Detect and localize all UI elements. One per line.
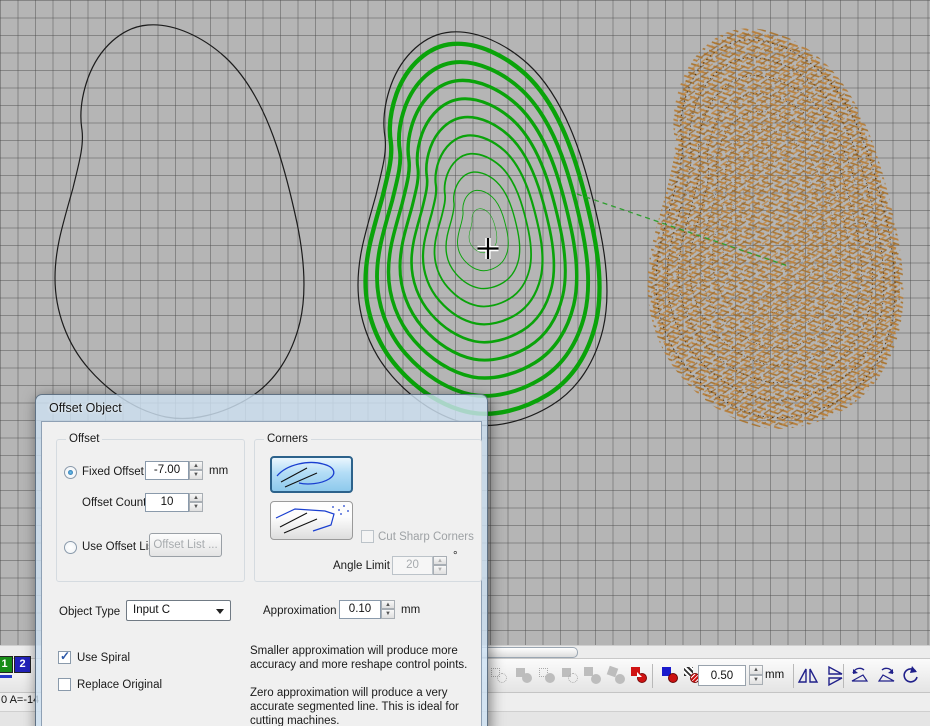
- brown-stitched-shape[interactable]: [651, 32, 900, 426]
- approximation-spinner[interactable]: ▲▼: [381, 600, 395, 619]
- fixed-offset-radio[interactable]: [64, 466, 77, 479]
- palette-selected-indicator: [0, 675, 12, 678]
- offset-group: Offset Fixed Offset -7.00 ▲▼ mm Offset C…: [56, 439, 245, 582]
- object-type-label: Object Type: [59, 606, 120, 618]
- sharp-corner-button[interactable]: [270, 501, 353, 540]
- intersect-disabled-icon: [537, 664, 559, 688]
- outline-width-spinner[interactable]: ▲▼: [749, 665, 763, 686]
- sharp-corner-icon: [271, 502, 352, 539]
- dialog-body: Offset Fixed Offset -7.00 ▲▼ mm Offset C…: [41, 421, 482, 726]
- angle-limit-spinner[interactable]: ▲ ▼: [433, 556, 447, 575]
- chevron-down-icon: [216, 609, 224, 614]
- replace-original-checkbox[interactable]: [58, 678, 71, 691]
- shape-fill-icon[interactable]: [660, 664, 682, 688]
- outline-shape[interactable]: [55, 25, 304, 419]
- approximation-unit: mm: [401, 604, 420, 616]
- dialog-title-bar[interactable]: Offset Object: [36, 395, 487, 421]
- angle-limit-unit: °: [453, 550, 458, 562]
- offset-list-button[interactable]: Offset List ...: [149, 533, 222, 557]
- fixed-offset-label: Fixed Offset: [82, 466, 144, 478]
- object-type-combo[interactable]: Input C: [126, 600, 231, 621]
- offset-object-dialog: Offset Object Offset Fixed Offset -7.00 …: [35, 394, 488, 726]
- use-spiral-label: Use Spiral: [77, 652, 130, 664]
- fixed-offset-input[interactable]: -7.00: [145, 461, 189, 480]
- fragment-disabled-icon: [606, 664, 628, 688]
- description-paragraph-1: Smaller approximation will produce more …: [250, 644, 474, 672]
- combine-disabled-icon: [582, 664, 604, 688]
- use-offset-list-radio[interactable]: [64, 541, 77, 554]
- replace-original-label: Replace Original: [77, 679, 162, 691]
- offset-count-spinner[interactable]: ▲▼: [189, 493, 203, 512]
- rotate-right-icon[interactable]: [876, 664, 898, 688]
- rounded-corner-button[interactable]: [270, 456, 353, 493]
- angle-limit-input[interactable]: 20: [392, 556, 433, 575]
- object-type-value: Input C: [133, 604, 170, 616]
- rotate-left-icon[interactable]: [848, 664, 870, 688]
- offset-group-label: Offset: [66, 433, 102, 445]
- fixed-offset-spinner[interactable]: ▲▼: [189, 461, 203, 480]
- status-coordinates: 0 A=-14: [1, 694, 39, 706]
- approximation-description: Smaller approximation will produce more …: [250, 644, 474, 726]
- outline-width-unit: mm: [765, 669, 784, 681]
- palette-color-2[interactable]: 2: [14, 656, 31, 673]
- use-spiral-checkbox[interactable]: [58, 651, 71, 664]
- mirror-horizontal-icon[interactable]: [797, 664, 819, 688]
- remove-overlap-icon[interactable]: [629, 664, 651, 688]
- trim-disabled-icon: [514, 664, 536, 688]
- application-window: ▲▼ mm: [0, 0, 930, 726]
- offset-count-input[interactable]: 10: [145, 493, 189, 512]
- rotate-free-icon[interactable]: [899, 664, 921, 688]
- palette-color-1[interactable]: 1: [0, 656, 13, 673]
- angle-limit-label: Angle Limit: [333, 560, 390, 572]
- corners-group: Corners Cut Sharp Corners: [254, 439, 482, 582]
- cut-sharp-corners-checkbox[interactable]: [361, 530, 374, 543]
- use-offset-list-label: Use Offset List: [82, 541, 157, 553]
- crosshair-cursor: [478, 238, 499, 259]
- fixed-offset-unit: mm: [209, 465, 228, 477]
- offset-count-label: Offset Count: [82, 497, 146, 509]
- green-spiral-offset-shape[interactable]: [358, 32, 607, 426]
- weld-disabled-icon: [489, 664, 511, 688]
- cut-sharp-corners-label: Cut Sharp Corners: [378, 531, 474, 543]
- approximation-input[interactable]: 0.10: [339, 600, 381, 619]
- simplify-disabled-icon: [560, 664, 582, 688]
- corners-group-label: Corners: [264, 433, 311, 445]
- description-paragraph-2: Zero approximation will produce a very a…: [250, 686, 474, 726]
- approximation-label: Approximation: [263, 605, 337, 617]
- rounded-corner-icon: [272, 458, 351, 491]
- outline-width-input[interactable]: [698, 665, 746, 686]
